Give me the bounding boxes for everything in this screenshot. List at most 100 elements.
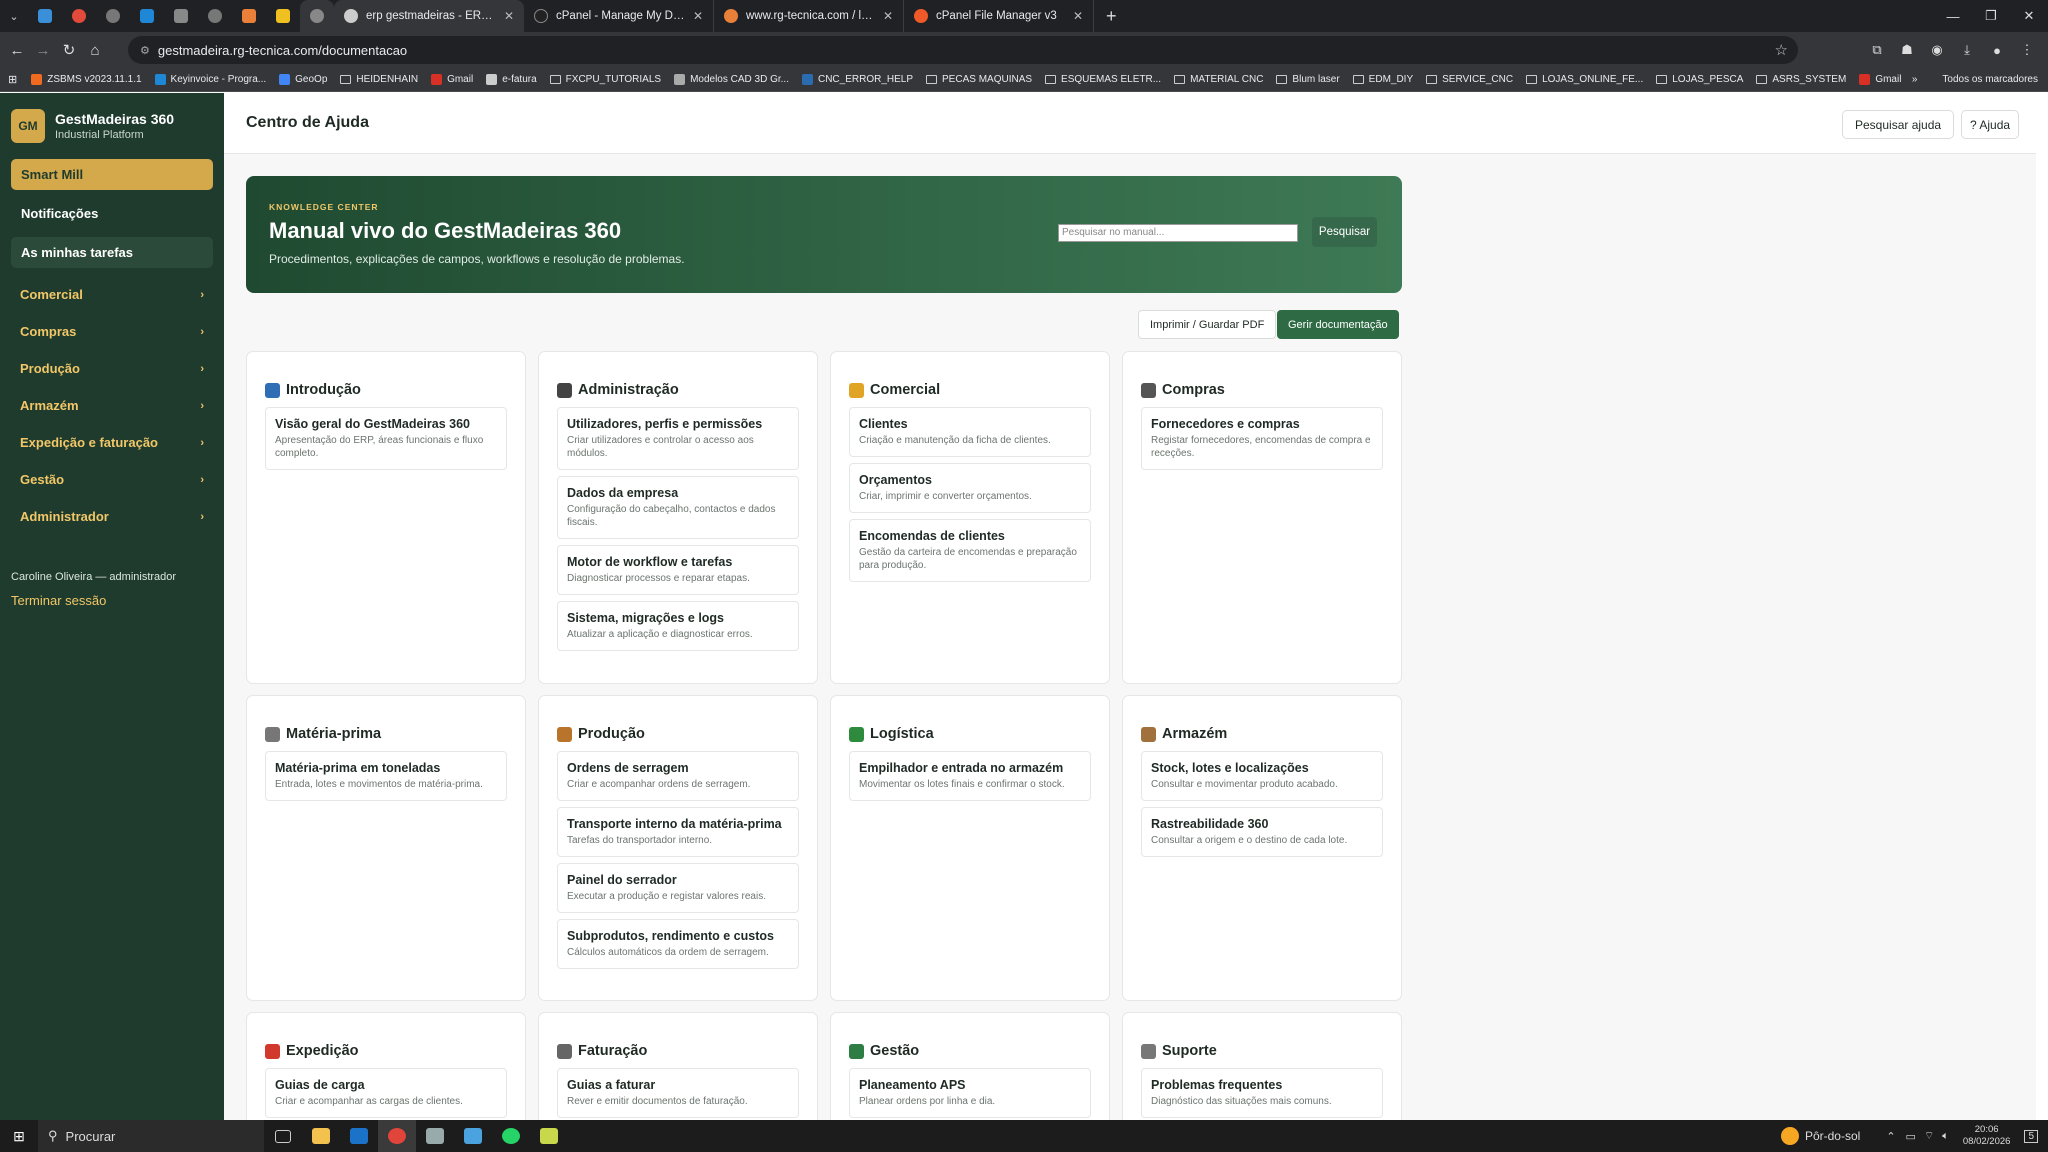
extensions-icon[interactable]: ⧉ bbox=[1862, 42, 1892, 58]
help-article-link[interactable]: Transporte interno da matéria-prima Taref… bbox=[557, 807, 799, 857]
browser-tab[interactable]: www.rg-tecnica.com / localhost ✕ bbox=[714, 0, 904, 32]
sidebar-section[interactable]: Expedição e faturação › bbox=[0, 424, 224, 461]
browser-tab[interactable]: cPanel File Manager v3 ✕ bbox=[904, 0, 1094, 32]
whatsapp-icon[interactable] bbox=[492, 1120, 530, 1152]
close-icon[interactable]: ✕ bbox=[693, 9, 703, 23]
chrome-icon[interactable] bbox=[378, 1120, 416, 1152]
pinned-tab[interactable] bbox=[198, 0, 232, 32]
bookmark-item[interactable]: Gmail bbox=[431, 74, 473, 85]
volume-icon[interactable]: 🔈︎ bbox=[1942, 1130, 1949, 1143]
taskbar-search[interactable]: ⚲ Procurar bbox=[38, 1120, 264, 1152]
chevron-up-icon[interactable]: ⌃ bbox=[1886, 1130, 1895, 1143]
sidebar-section[interactable]: Armazém › bbox=[0, 387, 224, 424]
browser-tab[interactable]: erp gestmadeiras - ERP PHP pa ✕ bbox=[334, 0, 524, 32]
close-icon[interactable]: ✕ bbox=[2010, 0, 2048, 32]
pinned-tab[interactable] bbox=[232, 0, 266, 32]
bookmark-star-icon[interactable]: ☆ bbox=[1775, 41, 1788, 59]
forward-icon[interactable]: → bbox=[30, 42, 56, 59]
app-icon[interactable] bbox=[416, 1120, 454, 1152]
home-icon[interactable]: ⌂ bbox=[82, 42, 108, 59]
sidebar-item-notifications[interactable]: Notificações bbox=[11, 198, 213, 229]
bookmark-item[interactable]: ZSBMS v2023.11.1.1 bbox=[31, 74, 142, 85]
bookmark-item[interactable]: LOJAS_ONLINE_FE... bbox=[1526, 74, 1643, 85]
help-article-link[interactable]: Utilizadores, perfis e permissões Criar u… bbox=[557, 407, 799, 470]
close-icon[interactable]: ✕ bbox=[1073, 9, 1083, 23]
all-bookmarks[interactable]: » Todos os marcadores bbox=[1912, 74, 2038, 85]
pinned-tab[interactable] bbox=[28, 0, 62, 32]
logout-link[interactable]: Terminar sessão bbox=[11, 593, 106, 608]
site-info-icon[interactable]: ⚙ bbox=[140, 44, 150, 57]
close-icon[interactable]: ✕ bbox=[883, 9, 893, 23]
chevron-more-icon[interactable]: » bbox=[1912, 74, 1918, 85]
reload-icon[interactable]: ↻ bbox=[56, 41, 82, 59]
sidebar-section[interactable]: Administrador › bbox=[0, 498, 224, 535]
bookmark-item[interactable]: e-fatura bbox=[486, 74, 537, 85]
bookmark-item[interactable]: GeoOp bbox=[279, 74, 327, 85]
apps-icon[interactable]: ⊞ bbox=[8, 73, 17, 86]
sidebar-section[interactable]: Produção › bbox=[0, 350, 224, 387]
bookmark-item[interactable]: ESQUEMAS ELETR... bbox=[1045, 74, 1161, 85]
more-menu-icon[interactable]: ⋮ bbox=[2012, 42, 2042, 58]
extension-icon[interactable]: ● bbox=[1982, 43, 2012, 58]
sidebar-item-smart-mill[interactable]: Smart Mill bbox=[11, 159, 213, 190]
close-icon[interactable]: ✕ bbox=[504, 9, 514, 23]
browser-tab[interactable]: cPanel - Manage My Databases ✕ bbox=[524, 0, 714, 32]
help-article-link[interactable]: Guias de carga Criar e acompanhar as carg… bbox=[265, 1068, 507, 1118]
download-icon[interactable]: ⤓ bbox=[1952, 42, 1982, 58]
bookmark-item[interactable]: Keyinvoice - Progra... bbox=[154, 74, 266, 85]
help-article-link[interactable]: Motor de workflow e tarefas Diagnosticar … bbox=[557, 545, 799, 595]
help-article-link[interactable]: Encomendas de clientes Gestão da carteira… bbox=[849, 519, 1091, 582]
minimize-icon[interactable]: — bbox=[1934, 0, 1972, 32]
help-article-link[interactable]: Orçamentos Criar, imprimir e converter or… bbox=[849, 463, 1091, 513]
help-article-link[interactable]: Fornecedores e compras Registar fornecedo… bbox=[1141, 407, 1383, 470]
bookmark-item[interactable]: MATERIAL CNC bbox=[1174, 74, 1263, 85]
bookmark-item[interactable]: CNC_ERROR_HELP bbox=[801, 74, 913, 85]
tab-search-icon[interactable]: ⌄ bbox=[0, 4, 28, 28]
print-pdf-button[interactable]: Imprimir / Guardar PDF bbox=[1138, 310, 1277, 339]
app-icon[interactable] bbox=[530, 1120, 568, 1152]
manual-search-button[interactable]: Pesquisar bbox=[1312, 217, 1377, 247]
help-article-link[interactable]: Painel do serrador Executar a produção e … bbox=[557, 863, 799, 913]
help-article-link[interactable]: Guias a faturar Rever e emitir documentos… bbox=[557, 1068, 799, 1118]
help-article-link[interactable]: Dados da empresa Configuração do cabeçalh… bbox=[557, 476, 799, 539]
pinned-tab[interactable] bbox=[130, 0, 164, 32]
outlook-icon[interactable] bbox=[340, 1120, 378, 1152]
network-icon[interactable]: ▭ bbox=[1906, 1130, 1916, 1143]
help-article-link[interactable]: Clientes Criação e manutenção da ficha de… bbox=[849, 407, 1091, 457]
wifi-icon[interactable]: ⌔ bbox=[1924, 1129, 1934, 1143]
search-help-button[interactable]: Pesquisar ajuda bbox=[1842, 110, 1955, 139]
bookmark-item[interactable]: PECAS MAQUINAS bbox=[926, 74, 1032, 85]
windows-start-icon[interactable]: ⊞ bbox=[0, 1128, 38, 1145]
sidebar-section[interactable]: Comercial › bbox=[0, 276, 224, 313]
bookmark-item[interactable]: SERVICE_CNC bbox=[1426, 74, 1513, 85]
bookmark-item[interactable]: HEIDENHAIN bbox=[340, 74, 418, 85]
manage-docs-button[interactable]: Gerir documentação bbox=[1277, 310, 1399, 339]
bookmark-item[interactable]: EDM_DIY bbox=[1352, 74, 1413, 85]
pinned-tab[interactable] bbox=[62, 0, 96, 32]
help-article-link[interactable]: Empilhador e entrada no armazém Movimenta… bbox=[849, 751, 1091, 801]
back-icon[interactable]: ← bbox=[4, 42, 30, 59]
bookmark-item[interactable]: Modelos CAD 3D Gr... bbox=[674, 74, 789, 85]
pinned-tab[interactable] bbox=[300, 0, 334, 32]
help-article-link[interactable]: Visão geral do GestMadeiras 360 Apresenta… bbox=[265, 407, 507, 470]
pinned-tab[interactable] bbox=[266, 0, 300, 32]
bookmark-item[interactable]: Blum laser bbox=[1276, 74, 1340, 85]
notification-badge[interactable]: 5 bbox=[2024, 1129, 2038, 1143]
profile-icon[interactable]: ◉ bbox=[1922, 42, 1952, 58]
weather-label[interactable]: Pôr-do-sol bbox=[1805, 1129, 1860, 1143]
task-view-icon[interactable] bbox=[264, 1120, 302, 1152]
file-explorer-icon[interactable] bbox=[302, 1120, 340, 1152]
help-button[interactable]: ? Ajuda bbox=[1961, 110, 2020, 139]
sidebar-section[interactable]: Gestão › bbox=[0, 461, 224, 498]
help-article-link[interactable]: Rastreabilidade 360 Consultar a origem e … bbox=[1141, 807, 1383, 857]
help-article-link[interactable]: Planeamento APS Planear ordens por linha … bbox=[849, 1068, 1091, 1118]
brand[interactable]: GM GestMadeiras 360 Industrial Platform bbox=[0, 93, 224, 159]
help-article-link[interactable]: Ordens de serragem Criar e acompanhar ord… bbox=[557, 751, 799, 801]
restore-icon[interactable]: ❐ bbox=[1972, 0, 2010, 32]
help-article-link[interactable]: Sistema, migrações e logs Atualizar a apl… bbox=[557, 601, 799, 651]
bookmark-item[interactable]: Gmail bbox=[1859, 74, 1901, 85]
help-article-link[interactable]: Stock, lotes e localizações Consultar e m… bbox=[1141, 751, 1383, 801]
pinned-tab[interactable] bbox=[96, 0, 130, 32]
bookmark-item[interactable]: LOJAS_PESCA bbox=[1656, 74, 1743, 85]
sidebar-item-my-tasks[interactable]: As minhas tarefas bbox=[11, 237, 213, 268]
